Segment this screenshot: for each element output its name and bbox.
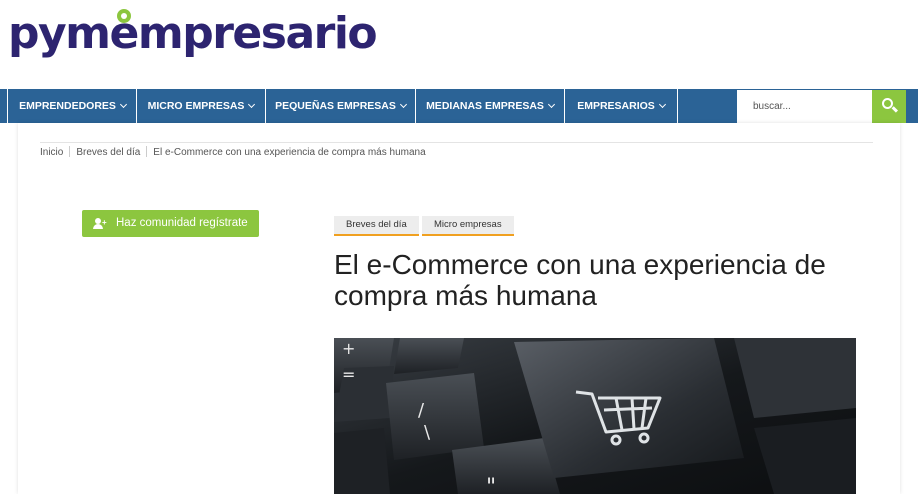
nav-right-cap bbox=[906, 89, 918, 123]
site-logo[interactable]: pyme mpresario bbox=[8, 6, 378, 62]
nav-item-micro-empresas[interactable]: MICRO EMPRESAS bbox=[137, 89, 266, 123]
register-button-label: Haz comunidad regístrate bbox=[116, 217, 248, 229]
register-button[interactable]: + Haz comunidad regístrate bbox=[82, 210, 259, 237]
gear-icon bbox=[116, 9, 131, 23]
nav-left-cap bbox=[0, 89, 8, 123]
breadcrumb-separator bbox=[69, 146, 71, 157]
svg-text:/: / bbox=[418, 400, 425, 421]
nav-item-empresarios[interactable]: EMPRESARIOS bbox=[565, 89, 678, 123]
chevron-down-icon bbox=[399, 100, 407, 109]
breadcrumb-item-category[interactable]: Breves del día bbox=[76, 147, 140, 158]
nav-item-medianas-empresas[interactable]: MEDIANAS EMPRESAS bbox=[416, 89, 565, 123]
add-user-icon: + bbox=[93, 218, 107, 229]
svg-text:=: = bbox=[342, 365, 355, 384]
nav-item-pequenas-empresas[interactable]: PEQUEÑAS EMPRESAS bbox=[266, 89, 416, 123]
svg-text:": " bbox=[486, 475, 496, 494]
chevron-down-icon bbox=[248, 100, 256, 109]
nav-item-emprendedores[interactable]: EMPRENDEDORES bbox=[9, 89, 137, 123]
tag-micro-empresas[interactable]: Micro empresas bbox=[422, 216, 514, 236]
breadcrumb-item-current: El e-Commerce con una experiencia de com… bbox=[153, 147, 426, 158]
keyboard-photo: + = / \ " bbox=[334, 338, 856, 494]
logo-text-suffix: mpresario bbox=[137, 8, 378, 59]
svg-text:+: + bbox=[342, 339, 355, 358]
breadcrumb: Inicio Breves del día El e-Commerce con un… bbox=[40, 142, 873, 160]
logo-text-prefix: pym bbox=[8, 8, 111, 59]
article-hero-image: + = / \ " bbox=[334, 338, 856, 494]
chevron-down-icon bbox=[547, 100, 555, 109]
breadcrumb-item-home[interactable]: Inicio bbox=[40, 147, 63, 158]
site-header: pyme mpresario bbox=[0, 0, 918, 90]
svg-text:\: \ bbox=[424, 422, 431, 443]
search-input[interactable] bbox=[737, 90, 872, 123]
tag-breves-del-dia[interactable]: Breves del día bbox=[334, 216, 419, 236]
search-button[interactable] bbox=[872, 90, 906, 123]
article-title: El e-Commerce con una experiencia de com… bbox=[334, 249, 826, 311]
breadcrumb-separator bbox=[146, 146, 148, 157]
chevron-down-icon bbox=[658, 100, 666, 109]
logo-e-with-gear: e bbox=[109, 8, 140, 59]
chevron-down-icon bbox=[119, 100, 127, 109]
